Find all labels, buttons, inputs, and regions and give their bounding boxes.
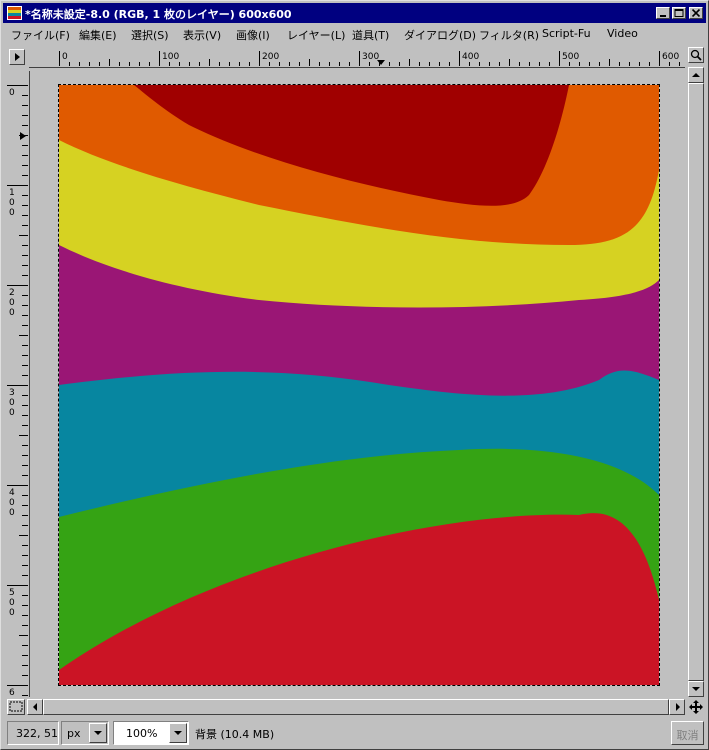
image-canvas[interactable]	[59, 85, 659, 685]
ruler-label: 0	[9, 398, 15, 408]
ruler-label: 300	[362, 52, 379, 62]
magnifier-icon	[690, 49, 702, 61]
ruler-label: 6	[9, 688, 15, 697]
image-menu-button[interactable]	[9, 49, 25, 65]
menu-file[interactable]: ファイル(F)	[11, 27, 70, 43]
scroll-up-button[interactable]	[688, 67, 704, 83]
ruler-label: 0	[9, 598, 15, 608]
menu-filters[interactable]: フィルタ(R)	[479, 27, 539, 43]
ruler-label: 0	[9, 608, 15, 618]
menu-script-fu[interactable]: Script-Fu	[542, 27, 591, 40]
ruler-label: 100	[162, 52, 179, 62]
menu-view[interactable]: 表示(V)	[183, 27, 221, 43]
vertical-scroll-thumb[interactable]	[688, 83, 704, 681]
ruler-label: 0	[9, 198, 15, 208]
horizontal-ruler[interactable]: 0 100 200 300 400 500 600	[29, 47, 685, 68]
image-window: *名称未設定-8.0 (RGB, 1 枚のレイヤー) 600x600 ファイル(…	[0, 0, 709, 750]
menu-dialogs[interactable]: ダイアログ(D)	[404, 27, 476, 43]
close-button[interactable]	[689, 7, 703, 19]
zoom-selector[interactable]: 100%	[113, 721, 189, 745]
maximize-button[interactable]	[672, 7, 686, 19]
arrow-right-icon	[676, 703, 680, 711]
horizontal-scroll-thumb[interactable]	[43, 699, 669, 715]
vertical-ruler-ticks: 01002003004005006	[7, 85, 28, 697]
ruler-label: 1	[9, 188, 15, 198]
cursor-position-display: 322, 51	[7, 721, 59, 745]
maximize-icon	[674, 9, 684, 17]
ruler-label: 400	[462, 52, 479, 62]
arrow-down-icon	[692, 687, 700, 691]
scroll-right-button[interactable]	[669, 699, 685, 715]
window-title: *名称未設定-8.0 (RGB, 1 枚のレイヤー) 600x600	[25, 8, 292, 21]
menu-layer[interactable]: レイヤー(L)	[287, 27, 345, 43]
vertical-scrollbar[interactable]	[688, 67, 704, 697]
unit-value: px	[67, 727, 81, 740]
arrow-left-icon	[33, 703, 37, 711]
horizontal-scrollbar[interactable]	[27, 699, 685, 715]
ruler-label: 200	[262, 52, 279, 62]
unit-selector[interactable]: px	[61, 721, 109, 745]
title-bar[interactable]: *名称未設定-8.0 (RGB, 1 枚のレイヤー) 600x600	[3, 3, 706, 23]
status-bar: 322, 51 px 100% 背景 (10.4 MB) 取消	[3, 719, 706, 747]
quick-mask-toggle[interactable]	[7, 699, 25, 715]
layer-status-text: 背景 (10.4 MB)	[195, 728, 275, 741]
ruler-label: 0	[9, 298, 15, 308]
menu-edit[interactable]: 編集(E)	[79, 27, 117, 43]
zoom-dropdown-button[interactable]	[169, 723, 187, 743]
ruler-label: 0	[9, 308, 15, 318]
close-icon	[691, 9, 701, 17]
navigate-icon[interactable]	[688, 699, 704, 715]
ruler-label: 3	[9, 388, 15, 398]
minimize-button[interactable]	[656, 7, 670, 19]
gimp-image-icon	[7, 6, 22, 20]
ruler-label: 0	[62, 52, 68, 62]
ruler-label: 600	[662, 52, 679, 62]
ruler-label: 0	[9, 208, 15, 218]
cancel-button[interactable]: 取消	[671, 721, 704, 745]
cursor-position-text: 322, 51	[16, 727, 58, 740]
scroll-left-button[interactable]	[27, 699, 43, 715]
zoom-value[interactable]: 100%	[126, 727, 157, 740]
horizontal-ruler-ticks: 0 100 200 300 400 500 600	[59, 51, 680, 66]
ruler-label: 5	[9, 588, 15, 598]
minimize-icon	[660, 15, 666, 17]
ruler-label: 2	[9, 288, 15, 298]
menu-video[interactable]: Video	[607, 27, 638, 40]
dropdown-arrow-icon	[94, 731, 102, 735]
menu-arrow-icon	[15, 53, 20, 61]
unit-dropdown-button[interactable]	[89, 723, 107, 743]
scroll-down-button[interactable]	[688, 681, 704, 697]
cursor-marker-icon	[377, 60, 385, 65]
ruler-label: 0	[9, 408, 15, 418]
ruler-label: 500	[562, 52, 579, 62]
ruler-label: 0	[9, 498, 15, 508]
canvas-area[interactable]	[31, 71, 685, 697]
menu-tools[interactable]: 道具(T)	[352, 27, 389, 43]
zoom-to-fit-button[interactable]	[688, 47, 704, 63]
dropdown-arrow-icon	[174, 731, 182, 735]
cursor-marker-icon	[20, 132, 26, 140]
quick-mask-icon	[9, 701, 23, 712]
ruler-label: 0	[9, 88, 15, 98]
vertical-ruler[interactable]: 01002003004005006	[5, 71, 30, 697]
menu-select[interactable]: 選択(S)	[131, 27, 169, 43]
menu-bar: ファイル(F) 編集(E) 選択(S) 表示(V) 画像(I) レイヤー(L) …	[3, 24, 706, 44]
menu-image[interactable]: 画像(I)	[236, 27, 270, 43]
arrow-up-icon	[692, 73, 700, 77]
ruler-label: 0	[9, 508, 15, 518]
ruler-label: 4	[9, 488, 15, 498]
